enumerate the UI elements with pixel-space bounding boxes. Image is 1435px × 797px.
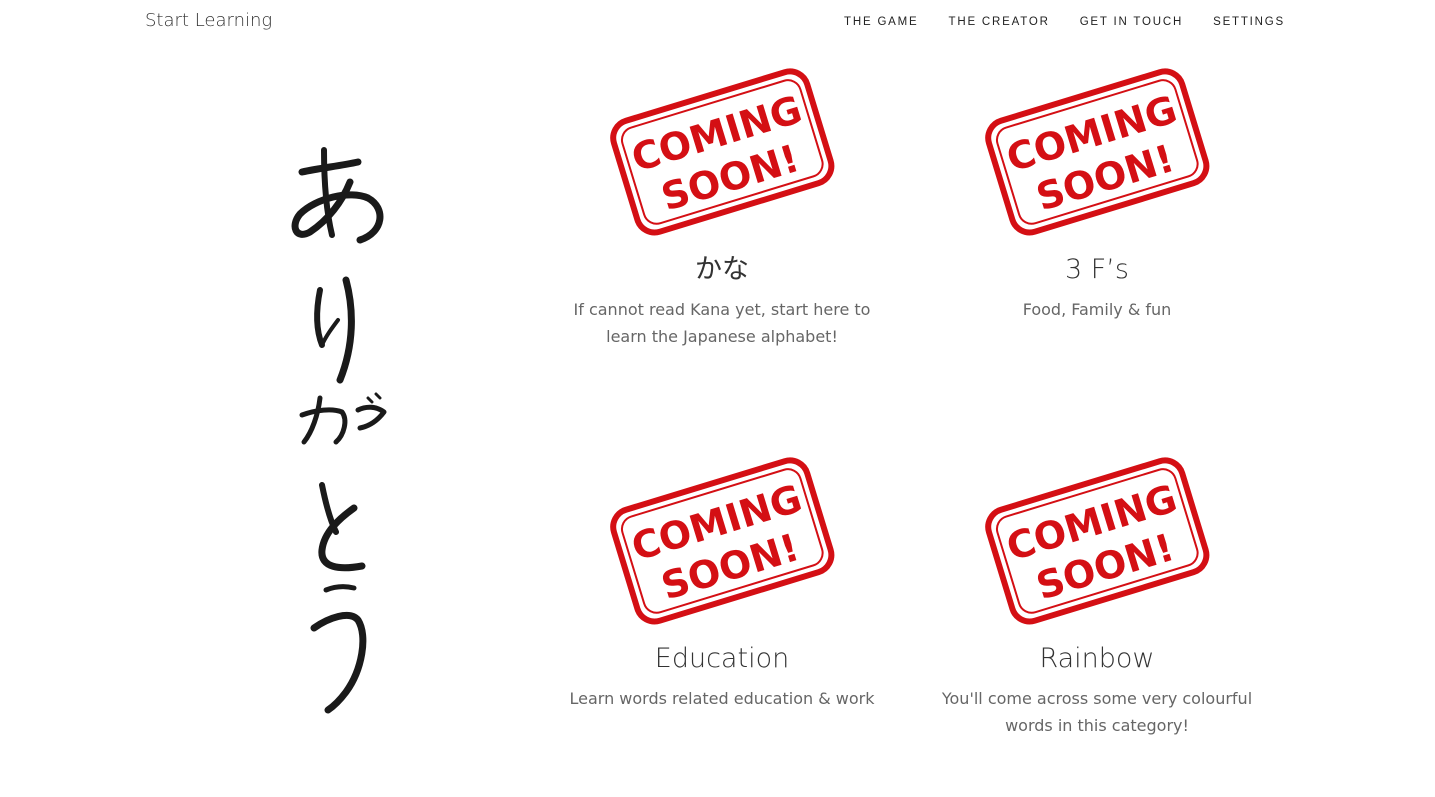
card-description: Food, Family & fun xyxy=(1022,300,1172,319)
nav-the-creator[interactable]: THE CREATOR xyxy=(949,16,1050,28)
nav-the-game[interactable]: THE GAME xyxy=(844,16,918,28)
card-description: Learn words related education & work xyxy=(569,689,875,708)
card-description: If cannot read Kana yet, start here to l… xyxy=(573,300,871,346)
category-card-education[interactable]: COMING SOON! Education Learn words relat… xyxy=(542,455,902,712)
category-card-kana[interactable]: COMING SOON! かな If cannot read Kana yet,… xyxy=(542,66,902,350)
card-title: 3 F’s xyxy=(1065,254,1129,285)
nav-get-in-touch[interactable]: GET IN TOUCH xyxy=(1080,16,1183,28)
arigatou-calligraphy-image xyxy=(291,147,387,714)
card-title: かな xyxy=(695,254,749,285)
category-card-rainbow[interactable]: COMING SOON! Rainbow You'll come across … xyxy=(917,455,1277,739)
card-description: You'll come across some very colourful w… xyxy=(941,689,1253,735)
coming-soon-stamp-image: COMING SOON! xyxy=(982,66,1212,236)
coming-soon-stamp-image: COMING SOON! xyxy=(607,66,837,236)
category-card-3fs[interactable]: COMING SOON! 3 F’s Food, Family & fun xyxy=(917,66,1277,323)
coming-soon-stamp-image: COMING SOON! xyxy=(982,455,1212,625)
top-navigation-bar: Start Learning THE GAME THE CREATOR GET … xyxy=(0,0,1435,46)
main-nav: THE GAME THE CREATOR GET IN TOUCH SETTIN… xyxy=(844,16,1285,28)
card-title: Rainbow xyxy=(1039,643,1155,674)
brand-link[interactable]: Start Learning xyxy=(145,10,272,31)
card-title: Education xyxy=(654,643,790,674)
nav-settings[interactable]: SETTINGS xyxy=(1213,16,1285,28)
coming-soon-stamp-image: COMING SOON! xyxy=(607,455,837,625)
